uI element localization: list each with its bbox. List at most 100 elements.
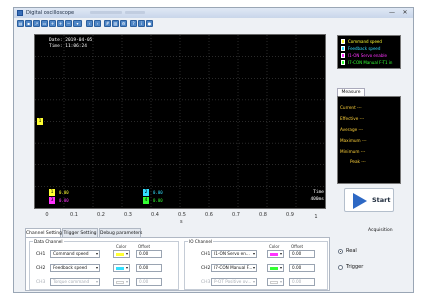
- back-icon[interactable]: ‹: [86, 20, 93, 27]
- color-swatch: [116, 253, 124, 256]
- readout-ch4-value: 0.00: [153, 198, 163, 203]
- info-icon[interactable]: i: [138, 20, 145, 27]
- record-icon[interactable]: ●: [146, 20, 153, 27]
- save-icon[interactable]: ▪: [25, 20, 32, 27]
- x-axis: 0 0.1 0.2 0.3 0.4 0.5 0.6 0.7 0.8 0.9 1 …: [34, 212, 326, 226]
- date-label: Date:: [49, 38, 63, 43]
- acquisition-group: Acquisition Real Trigger: [334, 228, 400, 291]
- title-bar: Digital oscilloscope — ✕: [14, 8, 413, 18]
- signal-value: Command speed: [53, 251, 89, 256]
- fit-icon[interactable]: ▾: [73, 20, 82, 27]
- legend-item[interactable]: Command speed: [341, 39, 401, 45]
- grid-icon[interactable]: #: [104, 20, 111, 27]
- radio-label: Trigger: [346, 264, 364, 270]
- data-offset-header: Offset: [138, 244, 151, 249]
- readout-ch1-badge: 1: [49, 189, 55, 196]
- legend-swatch: [341, 60, 345, 65]
- data-signal-select[interactable]: Command speed ▾: [50, 250, 100, 258]
- acquisition-trigger-radio[interactable]: Trigger: [338, 264, 378, 272]
- io-color-select[interactable]: ▾: [267, 250, 284, 258]
- legend-label: Command speed: [348, 39, 382, 44]
- legend-label: I7-CON Manual F-T1 in: [348, 60, 393, 65]
- io-offset-input[interactable]: 0.00: [289, 250, 315, 258]
- scope-grid: [35, 35, 325, 208]
- open-icon[interactable]: ▤: [17, 20, 24, 27]
- signal-value: I1-ON Servo en...: [214, 251, 250, 256]
- print-icon[interactable]: ▭: [41, 20, 48, 27]
- measure-panel: Current --- Effective --- Average --- Ma…: [337, 96, 401, 184]
- start-button[interactable]: Start: [344, 188, 394, 212]
- chevron-down-icon: ▾: [95, 279, 98, 284]
- tab-trigger-setting[interactable]: Trigger Setting: [62, 228, 98, 237]
- x-tick: 0.2: [97, 212, 105, 218]
- measure-average: Average ---: [340, 127, 364, 132]
- io-channel-row: CH2 I7-CON Manual F... ▾ ▾ 0.00: [201, 264, 327, 273]
- x-tick: 0.5: [178, 212, 186, 218]
- data-color-select[interactable]: ▾: [113, 278, 130, 286]
- acquisition-real-radio[interactable]: Real: [338, 248, 378, 256]
- measure-maximum: Maximum ---: [340, 138, 367, 143]
- data-offset-input[interactable]: 0.00: [136, 264, 162, 272]
- forward-icon[interactable]: ›: [94, 20, 101, 27]
- data-color-select[interactable]: ▾: [113, 264, 130, 272]
- measure-icon[interactable]: ▥: [112, 20, 119, 27]
- time-label: Time:: [49, 44, 63, 49]
- tab-measure[interactable]: Measure: [337, 88, 365, 96]
- legend-item[interactable]: I7-CON Manual F-T1 in: [341, 60, 401, 66]
- io-channel-group: IO Channel Color Offset CH1 I1-ON Servo …: [184, 239, 328, 290]
- measure-minimum: Minimum ---: [340, 149, 366, 154]
- minimize-button[interactable]: —: [386, 9, 398, 17]
- time-readout: Time: 11:06:24: [49, 44, 87, 49]
- legend-item[interactable]: I1-ON Servo enable: [341, 53, 401, 59]
- data-signal-select[interactable]: Torque command ▾: [50, 278, 100, 286]
- cursor-icon[interactable]: +: [49, 20, 56, 27]
- data-offset-input[interactable]: 0.00: [136, 250, 162, 258]
- chevron-down-icon: ▾: [252, 251, 255, 256]
- legend-label: I1-ON Servo enable: [348, 53, 387, 58]
- channel-name: CH3: [201, 280, 211, 285]
- x-axis-unit: s: [180, 219, 183, 225]
- channel-name: CH1: [36, 252, 46, 257]
- io-channel-row: CH1 I1-ON Servo en... ▾ ▾ 0.00: [201, 250, 327, 259]
- signal-value: Feedback speed: [53, 265, 87, 270]
- io-offset-input[interactable]: 0.00: [289, 278, 315, 286]
- export-icon[interactable]: ↗: [33, 20, 40, 27]
- io-color-select[interactable]: ▾: [267, 278, 284, 286]
- channel-1-marker[interactable]: 1: [37, 118, 43, 125]
- start-label: Start: [372, 196, 391, 204]
- readout-ch2-value: 0.00: [153, 190, 163, 195]
- chevron-down-icon: ▾: [125, 265, 128, 270]
- zoom-in-icon[interactable]: +: [57, 20, 64, 27]
- io-signal-select[interactable]: I1-ON Servo en... ▾: [211, 250, 257, 258]
- color-swatch: [270, 281, 278, 284]
- chevron-down-icon: ▾: [95, 265, 98, 270]
- zoom-out-icon[interactable]: −: [65, 20, 72, 27]
- x-tick: 0.3: [124, 212, 132, 218]
- play-icon: [353, 193, 367, 209]
- data-offset-input[interactable]: 0.00: [136, 278, 162, 286]
- x-tick: 0.8: [259, 212, 267, 218]
- date-readout: Date: 2019-04-05: [49, 38, 92, 43]
- scope-display[interactable]: Date: 2019-04-05 Time: 11:06:24 1 1 0.00…: [34, 34, 326, 209]
- chevron-down-icon: ▾: [279, 265, 282, 270]
- x-tick: 0.7: [232, 212, 240, 218]
- data-channel-title: Data Channel: [33, 239, 64, 244]
- color-swatch: [270, 253, 278, 256]
- settings-icon[interactable]: ⚙: [120, 20, 127, 27]
- chevron-down-icon: ▾: [125, 251, 128, 256]
- data-channel-group: Data Channel Color Offset CH1 Command sp…: [29, 239, 179, 290]
- io-signal-select[interactable]: I7-CON Manual F... ▾: [211, 264, 257, 272]
- data-signal-select[interactable]: Feedback speed ▾: [50, 264, 100, 272]
- x-tick: 0.4: [151, 212, 159, 218]
- data-color-header: Color: [116, 244, 127, 249]
- tab-channel-setting[interactable]: Channel Setting: [25, 228, 62, 237]
- readout-ch3-value: 0.00: [59, 198, 69, 203]
- legend-item[interactable]: Feedback speed: [341, 46, 401, 52]
- tab-debug-parameters[interactable]: Debug parameters: [99, 228, 142, 237]
- io-offset-input[interactable]: 0.00: [289, 264, 315, 272]
- close-button[interactable]: ✕: [399, 9, 411, 17]
- data-color-select[interactable]: ▾: [113, 250, 130, 258]
- io-color-select[interactable]: ▾: [267, 264, 284, 272]
- io-signal-select[interactable]: P-OT Positive ov... ▾: [211, 278, 257, 286]
- help-icon[interactable]: ?: [130, 20, 137, 27]
